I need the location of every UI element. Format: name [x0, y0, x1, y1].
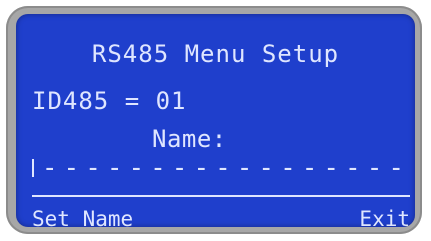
name-input-value: -----------------	[41, 153, 410, 183]
set-name-button[interactable]: Set Name	[32, 207, 133, 231]
name-input[interactable]: -----------------	[32, 148, 410, 188]
softkey-bar: Set Name Exit	[32, 207, 410, 231]
cursor-block-icon	[32, 159, 34, 177]
lcd-screen: RS485 Menu Setup ID485 = 01 Name: ------…	[16, 14, 415, 231]
exit-button[interactable]: Exit	[359, 207, 410, 231]
id485-setting[interactable]: ID485 = 01	[32, 87, 187, 115]
menu-title: RS485 Menu Setup	[91, 40, 340, 68]
separator-line	[32, 195, 410, 197]
